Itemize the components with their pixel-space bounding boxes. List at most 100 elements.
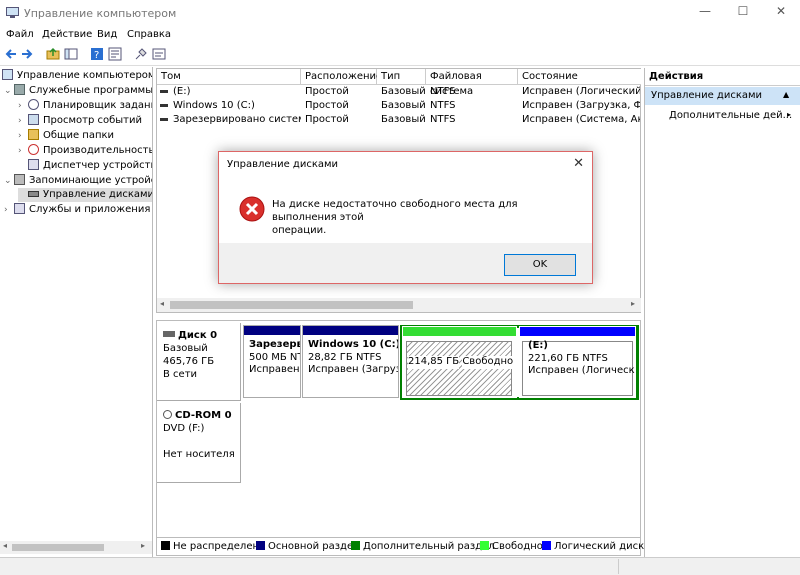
status-divider	[618, 559, 619, 574]
maximize-button[interactable]: ☐	[728, 4, 758, 22]
column-header-type[interactable]: Тип	[377, 69, 426, 85]
column-header-filesystem[interactable]: Файловая система	[426, 69, 518, 97]
action-more-actions[interactable]: Дополнительные дей... ▸	[669, 110, 797, 124]
services-icon	[14, 203, 25, 214]
cell-status: Исправен (Загрузка, Файл	[522, 100, 640, 111]
partition-windows[interactable]: Windows 10 (C:) 28,82 ГБ NTFS Исправен (…	[302, 325, 399, 398]
device-manager-icon	[28, 159, 39, 170]
tree-item-event-viewer[interactable]: › Просмотр событий	[18, 114, 142, 128]
scroll-left-icon[interactable]: ◂	[3, 541, 7, 550]
disk-size: 465,76 ГБ	[163, 356, 215, 367]
tree-item-system-tools[interactable]: ⌄ Служебные программы	[4, 84, 153, 98]
partition-size: 28,82 ГБ NTFS	[308, 351, 382, 363]
menu-action[interactable]: Действие	[42, 29, 92, 40]
dialog-message-line: операции.	[272, 225, 327, 236]
disk-map: Диск 0 Базовый 465,76 ГБ В сети Зарезерв…	[156, 320, 641, 538]
cdrom-0-label[interactable]: CD-ROM 0 DVD (F:) Нет носителя	[157, 403, 241, 483]
tree-item-computer-management[interactable]: Управление компьютером (л	[2, 69, 152, 83]
partition-color-bar	[403, 327, 516, 336]
scroll-left-icon[interactable]: ◂	[160, 299, 164, 308]
tree-item-shared-folders[interactable]: › Общие папки	[18, 129, 114, 143]
legend-item: Свободно	[480, 541, 543, 552]
forward-arrow-icon[interactable]	[20, 47, 34, 61]
chevron-down-icon[interactable]: ⌄	[4, 174, 14, 188]
properties-icon[interactable]	[108, 47, 122, 61]
legend-item: Основной раздел	[256, 541, 360, 552]
title-bar: Управление компьютером — ☐ ✕	[0, 0, 800, 26]
cdrom-icon	[163, 410, 172, 419]
cell-layout: Простой	[305, 114, 349, 125]
partition-reserved[interactable]: Зарезерві 500 МБ NT Исправен	[243, 325, 301, 398]
cell-volume: (E:)	[173, 86, 191, 97]
cell-filesystem: NTFS	[430, 86, 456, 97]
help-icon[interactable]: ?	[90, 47, 104, 61]
menu-help[interactable]: Справка	[127, 29, 171, 40]
legend-swatch	[256, 541, 265, 550]
console-icon[interactable]	[152, 47, 166, 61]
tree-item-device-manager[interactable]: Диспетчер устройств	[18, 159, 152, 173]
column-header-status[interactable]: Состояние	[518, 69, 641, 85]
submenu-arrow-icon: ▸	[787, 110, 792, 119]
table-row[interactable]: (E:) Простой Базовый NTFS Исправен (Логи…	[157, 85, 641, 99]
legend-label: Основной раздел	[268, 541, 360, 552]
show-hide-tree-icon[interactable]	[64, 47, 78, 61]
close-button[interactable]: ✕	[766, 4, 796, 22]
cell-type: Базовый	[381, 114, 425, 125]
partition-status: Исправен (Логический	[528, 365, 635, 376]
scroll-right-icon[interactable]: ▸	[141, 541, 145, 550]
column-header-volume[interactable]: Том	[157, 69, 301, 85]
minimize-button[interactable]: —	[690, 4, 720, 22]
back-arrow-icon[interactable]	[4, 47, 18, 61]
window-title: Управление компьютером	[24, 7, 177, 20]
tree-item-label: Служебные программы	[29, 85, 153, 96]
chevron-right-icon[interactable]: ›	[18, 144, 28, 158]
table-row[interactable]: Зарезервировано системой Простой Базовый…	[157, 113, 641, 127]
chevron-right-icon[interactable]: ›	[4, 203, 14, 217]
tree-item-label: Планировщик заданий	[43, 100, 153, 111]
tree-item-storage[interactable]: ⌄ Запоминающие устройст	[4, 174, 152, 188]
dialog-title: Управление дисками	[227, 159, 339, 170]
menu-file[interactable]: Файл	[6, 29, 34, 40]
chevron-right-icon[interactable]: ›	[18, 99, 28, 113]
ok-button[interactable]: OK	[504, 254, 576, 276]
column-header-layout[interactable]: Расположение	[301, 69, 382, 85]
chevron-right-icon[interactable]: ›	[18, 114, 28, 128]
partition-color-bar	[244, 326, 300, 335]
connect-icon[interactable]	[134, 47, 148, 61]
tree-item-label: Общие папки	[43, 130, 115, 141]
tree-item-performance[interactable]: › Производительность	[18, 144, 152, 158]
partition-title: Зарезерві	[249, 339, 300, 350]
partition-size: 500 МБ NT	[249, 351, 300, 363]
partition-free[interactable]: 214,85 ГБ Свободно	[402, 326, 517, 398]
chevron-right-icon[interactable]: ›	[18, 129, 28, 143]
error-dialog: Управление дисками ✕ На диске недостаточ…	[218, 151, 593, 284]
disk-0-label[interactable]: Диск 0 Базовый 465,76 ГБ В сети	[157, 323, 241, 401]
tree-item-disk-management[interactable]: Управление дисками	[18, 188, 152, 202]
legend-label: Логический диск	[554, 541, 645, 552]
scrollbar-thumb[interactable]	[170, 301, 413, 309]
legend-item: Не распределена	[161, 541, 265, 552]
cell-layout: Простой	[305, 100, 349, 111]
tree-item-services-apps[interactable]: › Службы и приложения	[4, 203, 150, 217]
tree-item-label: Просмотр событий	[43, 115, 142, 126]
dialog-close-button[interactable]: ✕	[573, 156, 584, 171]
chevron-down-icon[interactable]: ⌄	[4, 84, 14, 98]
menu-view[interactable]: Вид	[97, 29, 117, 40]
scrollbar-thumb[interactable]	[12, 544, 104, 551]
cell-type: Базовый	[381, 86, 425, 97]
disk-name: Диск 0	[178, 330, 218, 341]
status-bar	[0, 557, 800, 575]
table-row[interactable]: Windows 10 (C:) Простой Базовый NTFS Исп…	[157, 99, 641, 113]
tree-item-task-scheduler[interactable]: › Планировщик заданий	[18, 99, 153, 113]
tree-item-label: Службы и приложения	[29, 204, 151, 215]
volume-list-horizontal-scrollbar[interactable]: ◂ ▸	[157, 298, 641, 312]
computer-management-icon	[2, 69, 13, 80]
actions-section-disk-management[interactable]: Управление дисками ▲	[645, 87, 800, 105]
partition-e[interactable]: (E:) 221,60 ГБ NTFS Исправен (Логический	[519, 326, 636, 398]
collapse-icon[interactable]: ▲	[783, 90, 789, 99]
scroll-right-icon[interactable]: ▸	[631, 299, 635, 308]
disk-state: В сети	[163, 369, 198, 380]
folder-up-icon[interactable]	[46, 47, 60, 61]
tree-horizontal-scrollbar[interactable]: ◂ ▸	[0, 541, 152, 554]
partition-status: Исправен	[249, 364, 300, 375]
